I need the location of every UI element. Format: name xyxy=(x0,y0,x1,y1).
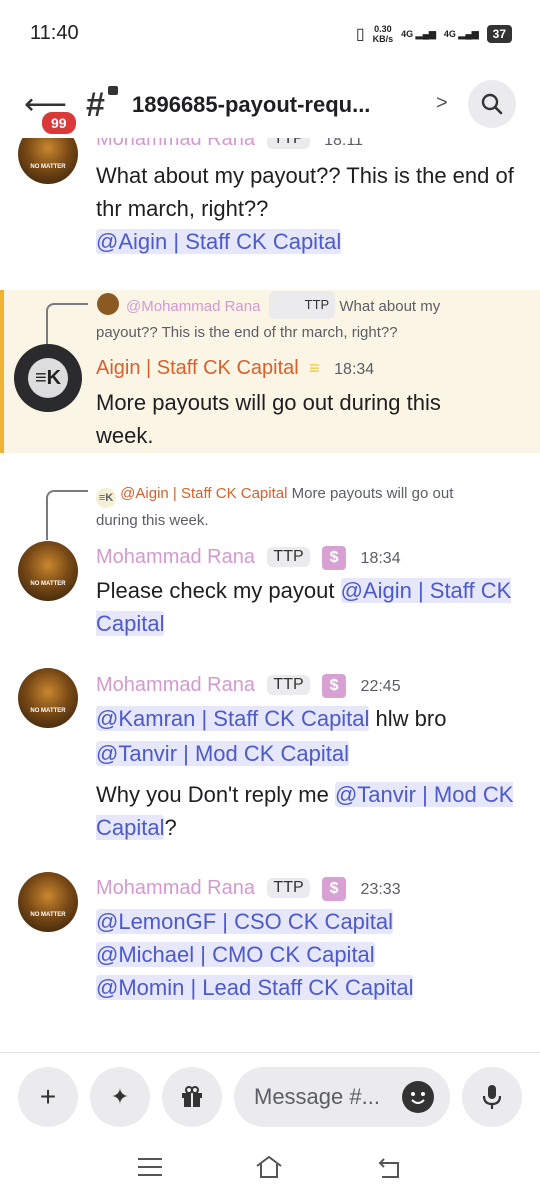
author-name[interactable]: Aigin | Staff CK Capital xyxy=(96,357,299,379)
ck-logo-icon: ≡K xyxy=(96,488,116,508)
battery-indicator: 37 xyxy=(486,25,512,43)
message-input[interactable]: Message #... xyxy=(234,1067,450,1127)
author-name[interactable]: Mohammad Rana xyxy=(96,877,255,899)
system-nav-bar xyxy=(0,1138,540,1200)
message-time: 22:45 xyxy=(360,678,401,695)
lock-icon xyxy=(108,86,118,95)
status-time: 11:40 xyxy=(30,22,79,44)
message-text: @LemonGF | CSO CK Capital @Michael | CMO… xyxy=(96,905,526,1004)
gift-button[interactable] xyxy=(162,1067,222,1127)
reply-connector xyxy=(46,490,88,540)
status-bar: 11:40 ▯ 0.30 KB/s 4G ▂▄▆ 4G ▂▄▆ 37 xyxy=(0,0,540,72)
message-time: 23:33 xyxy=(360,881,401,898)
channel-hash-icon: # xyxy=(86,86,105,124)
home-icon[interactable] xyxy=(254,1154,284,1185)
apps-button[interactable]: ✦ xyxy=(90,1067,150,1127)
reply-preview[interactable]: ≡K @Aigin | Staff CK Capital More payout… xyxy=(96,481,496,534)
message-placeholder: Message #... xyxy=(254,1084,380,1109)
message-header: Aigin | Staff CK Capital ≡ 18:34 xyxy=(96,357,374,380)
message-text: What about my payout?? This is the end o… xyxy=(96,163,514,254)
dollar-badge: $ xyxy=(322,546,347,570)
channel-title[interactable]: 1896685-payout-requ... xyxy=(132,92,370,118)
network-speed: 0.30 KB/s xyxy=(372,24,394,44)
voice-button[interactable] xyxy=(462,1067,522,1127)
mention[interactable]: @Kamran | Staff CK Capital xyxy=(96,706,370,731)
status-icons: ▯ 0.30 KB/s 4G ▂▄▆ 4G ▂▄▆ 37 xyxy=(356,24,512,44)
vibrate-icon: ▯ xyxy=(355,26,365,43)
dollar-badge: $ xyxy=(322,674,347,698)
mention[interactable]: @Aigin | Staff CK Capital xyxy=(96,229,342,254)
message-text: More payouts will go out during this wee… xyxy=(96,390,441,448)
author-name[interactable]: Mohammad Rana xyxy=(96,674,255,696)
mention[interactable]: @Tanvir | Mod CK Capital xyxy=(96,741,350,766)
signal-2-icon: 4G ▂▄▆ xyxy=(443,28,479,39)
gift-icon xyxy=(182,1086,202,1107)
back-nav-icon[interactable] xyxy=(376,1156,404,1185)
search-button[interactable] xyxy=(468,80,516,128)
guild-tag: TTP xyxy=(267,547,310,567)
mention[interactable]: @Momin | Lead Staff CK Capital xyxy=(96,975,414,1000)
message-text: @Kamran | Staff CK Capital hlw bro @Tanv… xyxy=(96,706,447,766)
avatar[interactable]: NO MATTER xyxy=(18,872,78,932)
message-header: Mohammad Rana TTP $ 23:33 xyxy=(96,877,401,901)
guild-tag: TTP xyxy=(267,675,310,695)
signal-1-icon: 4G ▂▄▆ xyxy=(401,28,436,39)
avatar[interactable]: NO MATTER xyxy=(18,541,78,601)
avatar[interactable]: NO MATTER xyxy=(18,668,78,728)
mention[interactable]: @LemonGF | CSO CK Capital xyxy=(96,909,394,934)
apps-icon: ✦ xyxy=(110,1084,130,1109)
composer-bar: + ✦ Message #... xyxy=(0,1052,540,1139)
reply-connector xyxy=(46,303,88,345)
message-time: 18:34 xyxy=(334,361,375,378)
channel-header: ⟵ # 1896685-payout-requ... > xyxy=(0,72,540,138)
message-text: Please check my payout @Aigin | Staff CK… xyxy=(96,578,512,636)
message-text: Why you Don't reply me @Tanvir | Mod CK … xyxy=(96,782,514,840)
author-name[interactable]: Mohammad Rana xyxy=(96,546,255,568)
search-icon xyxy=(481,93,503,115)
server-badge-icon: ≡ xyxy=(309,358,320,378)
microphone-icon xyxy=(482,1085,502,1109)
emoji-icon[interactable] xyxy=(402,1081,434,1113)
mention[interactable]: @Michael | CMO CK Capital xyxy=(96,942,375,967)
ck-logo-icon: ≡K xyxy=(28,358,68,398)
reply-preview[interactable]: @Mohammad Rana TTP What about my payout?… xyxy=(96,291,486,346)
plus-icon: + xyxy=(39,1081,57,1112)
message-header: Mohammad Rana TTP $ 18:34 xyxy=(96,546,401,570)
chevron-right-icon[interactable]: > xyxy=(436,92,448,115)
guild-tag: TTP xyxy=(267,878,310,898)
menu-icon[interactable] xyxy=(138,1158,162,1176)
unread-badge: 99 xyxy=(40,110,78,136)
add-attachment-button[interactable]: + xyxy=(18,1067,78,1127)
dollar-badge: $ xyxy=(322,877,347,901)
message-time: 18:34 xyxy=(360,550,401,567)
message-header: Mohammad Rana TTP $ 22:45 xyxy=(96,674,401,698)
avatar[interactable]: ≡K xyxy=(14,344,82,412)
